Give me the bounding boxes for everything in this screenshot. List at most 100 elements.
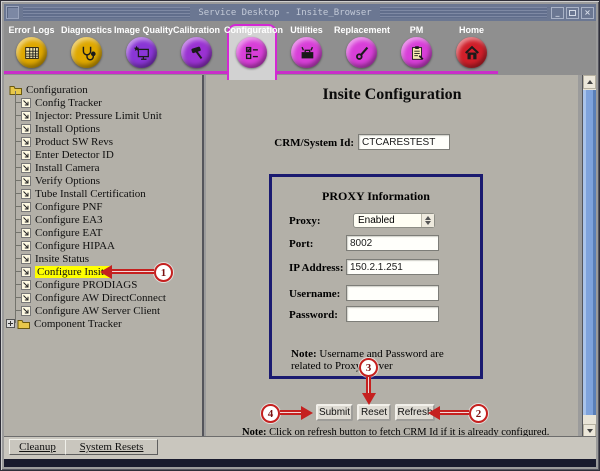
toolbar-label: PM <box>389 25 444 35</box>
port-field[interactable] <box>346 235 439 251</box>
page-arrow-icon <box>21 189 31 199</box>
page-arrow-icon <box>21 254 31 264</box>
toolbar-button-utilities[interactable]: Utilities <box>279 25 334 68</box>
annotation-circle-4: 4 <box>261 404 280 423</box>
scrollbar-thumb[interactable] <box>583 90 596 415</box>
annotation-arrow-3-head <box>362 393 376 405</box>
page-arrow-icon <box>21 215 31 225</box>
annotation-circle-1: 1 <box>154 263 173 282</box>
toolbar-button-error-logs[interactable]: Error Logs <box>4 25 59 68</box>
title-bar[interactable]: Service Desktop - Insite_Browser _ × <box>4 4 596 21</box>
tree-item-configure-aw-directconnect[interactable]: Configure AW DirectConnect <box>4 291 202 304</box>
expand-plus-icon[interactable] <box>6 319 15 328</box>
vertical-scrollbar[interactable] <box>582 75 596 438</box>
annotation-arrow-2-shaft <box>440 410 469 415</box>
submit-button[interactable]: Submit <box>316 404 353 421</box>
tree-root-component-tracker[interactable]: Component Tracker <box>4 317 202 330</box>
minimize-button[interactable]: _ <box>551 7 564 19</box>
home-icon <box>456 37 487 68</box>
cleanup-button[interactable]: Cleanup <box>9 439 66 455</box>
page-arrow-icon <box>21 176 31 186</box>
clipboard-wrench-icon <box>401 37 432 68</box>
tree-root-configuration[interactable]: Configuration <box>4 83 202 96</box>
crm-system-id-field[interactable] <box>358 134 450 150</box>
bottom-strip: Cleanup System Resets <box>4 436 596 459</box>
maximize-icon <box>569 10 576 16</box>
closed-folder-icon <box>17 318 30 329</box>
checklist-icon <box>236 37 267 68</box>
titlebar-ridges-left <box>23 7 190 18</box>
proxy-box-title: PROXY Information <box>272 189 480 204</box>
page-arrow-icon <box>21 228 31 238</box>
config-tree: Configuration Config Tracker Injector: P… <box>4 75 202 330</box>
tree-item-configure-eat[interactable]: Configure EAT <box>4 226 202 239</box>
close-icon: × <box>584 8 591 17</box>
toolbar-button-replacement[interactable]: Replacement <box>334 25 389 68</box>
page-arrow-icon <box>21 150 31 160</box>
toolbar-label: Configuration <box>224 25 279 35</box>
page-arrow-icon <box>21 241 31 251</box>
toolbar-label: Calibration <box>169 25 224 35</box>
window-menu-button[interactable] <box>6 6 19 19</box>
tree-item-install-camera[interactable]: Install Camera <box>4 161 202 174</box>
annotation-arrow-2-head <box>428 406 440 420</box>
proxy-label: Proxy: <box>289 215 321 227</box>
proxy-enabled-select[interactable]: Enabled <box>353 213 435 228</box>
close-button[interactable]: × <box>581 7 594 19</box>
tree-item-injector-pressure-limit-unit[interactable]: Injector: Pressure Limit Unit <box>4 109 202 122</box>
arrow-down-icon <box>587 429 593 433</box>
tool-icon <box>346 37 377 68</box>
tree-item-install-options[interactable]: Install Options <box>4 122 202 135</box>
toolbar-label: Error Logs <box>4 25 59 35</box>
scroll-up-button[interactable] <box>583 75 596 89</box>
tree-item-verify-options[interactable]: Verify Options <box>4 174 202 187</box>
tree-item-enter-detector-id[interactable]: Enter Detector ID <box>4 148 202 161</box>
tree-item-insite-status[interactable]: Insite Status <box>4 252 202 265</box>
annotation-arrow-1-shaft <box>112 269 154 274</box>
window-bottom-bar <box>4 459 596 467</box>
proxy-note: Note: Username and Password are related … <box>291 348 475 372</box>
reset-button[interactable]: Reset <box>357 404 391 421</box>
tree-item-configure-aw-server-client[interactable]: Configure AW Server Client <box>4 304 202 317</box>
password-field[interactable] <box>346 306 439 322</box>
toolbar-button-configuration[interactable]: Configuration <box>224 25 279 68</box>
annotation-circle-3: 3 <box>359 358 378 377</box>
tree-item-configure-hipaa[interactable]: Configure HIPAA <box>4 239 202 252</box>
toolbar-button-diagnostics[interactable]: Diagnostics <box>59 25 114 68</box>
annotation-arrow-4-head <box>301 406 313 420</box>
tree-item-configure-pnf[interactable]: Configure PNF <box>4 200 202 213</box>
proxy-note-label: Note: <box>291 348 317 360</box>
error-logs-icon <box>16 37 47 68</box>
page-arrow-icon <box>21 98 31 108</box>
toolbar-button-pm[interactable]: PM <box>389 25 444 68</box>
port-label: Port: <box>289 238 313 250</box>
ip-address-label: IP Address: <box>289 262 344 274</box>
toolbar-label: Home <box>444 25 499 35</box>
system-resets-button[interactable]: System Resets <box>65 439 158 455</box>
page-arrow-icon <box>21 267 31 277</box>
titlebar-ridges-right <box>380 7 547 18</box>
select-spinner-icon[interactable] <box>421 214 434 227</box>
page-arrow-icon <box>21 111 31 121</box>
main-panel: Insite Configuration CRM/System Id: PROX… <box>206 75 578 438</box>
page-arrow-icon <box>21 280 31 290</box>
username-field[interactable] <box>346 285 439 301</box>
maximize-button[interactable] <box>566 7 579 19</box>
tree-item-configure-ea3[interactable]: Configure EA3 <box>4 213 202 226</box>
tree-item-configure-prodiags[interactable]: Configure PRODIAGS <box>4 278 202 291</box>
page-arrow-icon <box>21 124 31 134</box>
toolbar-button-home[interactable]: Home <box>444 25 499 68</box>
tree-item-tube-install-certification[interactable]: Tube Install Certification <box>4 187 202 200</box>
arrow-up-icon <box>587 80 593 84</box>
toolbar-button-calibration[interactable]: Calibration <box>169 25 224 68</box>
tree-root-label: Configuration <box>26 84 88 96</box>
mallet-icon <box>181 37 212 68</box>
tree-item-product-sw-revs[interactable]: Product SW Revs <box>4 135 202 148</box>
ip-address-field[interactable] <box>346 259 439 275</box>
toolbar-button-image-quality[interactable]: Image Quality <box>114 25 169 68</box>
toolbar-label: Diagnostics <box>59 25 114 35</box>
tree-item-config-tracker[interactable]: Config Tracker <box>4 96 202 109</box>
annotation-arrow-4-shaft <box>280 410 302 415</box>
page-arrow-icon <box>21 163 31 173</box>
page-arrow-icon <box>21 137 31 147</box>
